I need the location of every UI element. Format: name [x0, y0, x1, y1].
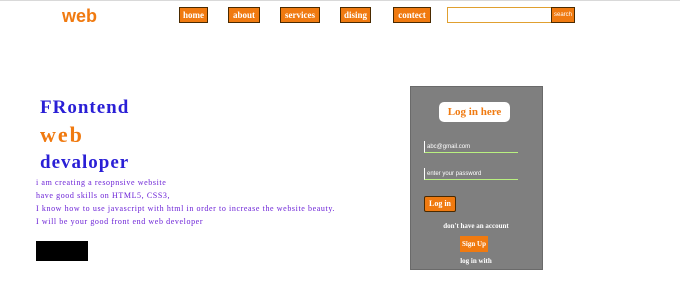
signup-button[interactable]: Sign Up: [460, 236, 488, 252]
hero-title-line2: web: [40, 122, 84, 147]
hero-title-line1: FRontend: [40, 97, 130, 118]
nav-home[interactable]: home: [179, 7, 208, 23]
email-field[interactable]: abc@gmail.com: [424, 141, 518, 153]
hero-description-line: I know how to use javascript with html i…: [36, 204, 336, 213]
search-input[interactable]: [447, 7, 552, 23]
no-account-text: don't have an account: [443, 222, 509, 230]
password-field[interactable]: enter your password: [424, 168, 518, 180]
hero-description-line: I will be your good front end web develo…: [36, 217, 204, 226]
nav-dising[interactable]: dising: [340, 7, 371, 23]
login-button[interactable]: Log in: [424, 196, 456, 212]
hero-description-line: have good skills on HTML5, CSS3,: [36, 191, 171, 200]
hero-title-line3: devaloper: [40, 152, 130, 173]
hero-action-button[interactable]: [36, 241, 88, 261]
nav-about[interactable]: about: [228, 7, 260, 23]
login-panel-title: Log in here: [439, 102, 510, 122]
nav-services[interactable]: services: [280, 7, 320, 23]
search-button[interactable]: search: [551, 7, 575, 23]
login-with-text: log in with: [460, 257, 492, 265]
top-border: [0, 0, 680, 1]
site-logo[interactable]: web: [62, 6, 97, 27]
hero-description-line: i am creating a resopnsive website: [36, 178, 167, 187]
nav-contect[interactable]: contect: [393, 7, 431, 23]
